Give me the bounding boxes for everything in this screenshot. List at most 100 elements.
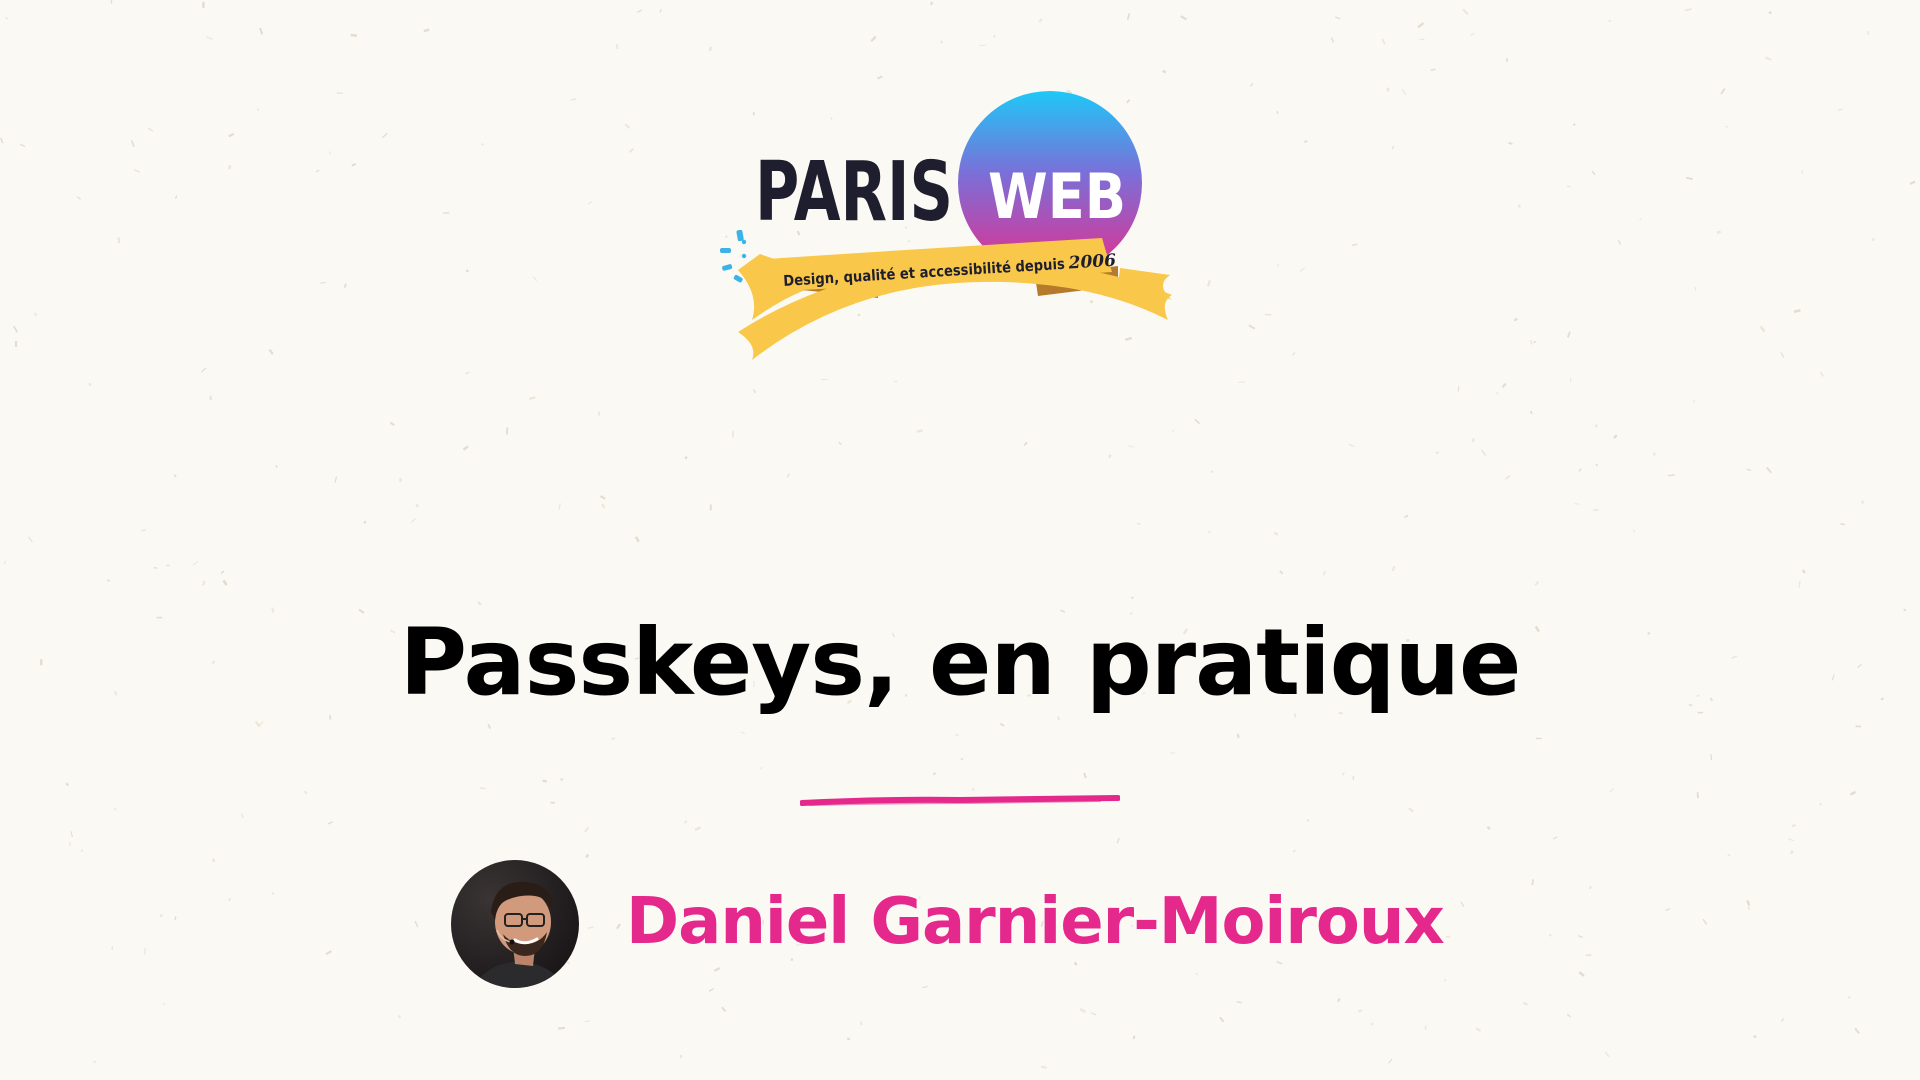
paper-speck: [1358, 1009, 1363, 1013]
paper-speck: [1613, 434, 1618, 439]
paper-speck: [220, 570, 225, 575]
paper-speck: [542, 779, 547, 783]
paper-speck: [1593, 509, 1599, 512]
paper-speck: [165, 564, 170, 567]
paper-speck: [1535, 737, 1542, 740]
paper-speck: [1206, 280, 1212, 287]
paper-speck: [860, 1021, 863, 1026]
paper-speck: [1768, 10, 1772, 15]
paper-speck: [1533, 340, 1537, 344]
paper-speck: [1391, 145, 1395, 150]
paper-speck: [528, 396, 536, 400]
paper-speck: [570, 98, 577, 101]
paper-speck: [113, 807, 117, 812]
paper-speck: [1727, 854, 1731, 857]
paper-speck: [786, 473, 791, 479]
paper-speck: [1505, 58, 1509, 62]
paper-speck: [389, 421, 395, 426]
paper-speck: [479, 787, 486, 790]
paper-speck: [1609, 788, 1614, 793]
paper-speck: [1855, 725, 1861, 728]
paper-speck: [1578, 935, 1583, 939]
paper-speck: [162, 1002, 166, 1006]
paper-speck: [153, 567, 158, 569]
paper-speck: [587, 926, 594, 930]
paper-speck: [110, 0, 113, 4]
paper-speck: [487, 723, 492, 729]
paper-speck: [1747, 906, 1751, 911]
paper-speck: [955, 733, 959, 737]
paper-speck: [1665, 908, 1670, 911]
paper-speck: [228, 132, 235, 138]
paper-speck: [1765, 56, 1772, 61]
paper-speck: [847, 1037, 851, 1041]
paper-speck: [752, 389, 757, 394]
paper-speck: [1753, 1034, 1757, 1039]
paper-speck: [1424, 1025, 1427, 1030]
paper-speck: [343, 283, 347, 288]
paper-speck: [1710, 754, 1713, 761]
paper-speck: [1508, 141, 1513, 145]
paper-speck: [65, 782, 70, 787]
paper-speck: [228, 165, 232, 170]
paper-speck: [1534, 580, 1540, 586]
paper-speck: [979, 44, 986, 47]
paper-speck: [1091, 1012, 1097, 1016]
paper-speck: [916, 429, 923, 433]
paper-speck: [19, 143, 26, 148]
paper-speck: [410, 518, 416, 523]
paper-speck: [1588, 885, 1592, 890]
paper-speck: [212, 858, 215, 863]
paper-speck: [1238, 381, 1246, 383]
paper-speck: [202, 1, 205, 8]
paper-speck: [254, 720, 261, 728]
paper-speck: [1759, 325, 1766, 333]
paper-speck: [174, 916, 177, 921]
paper-speck: [259, 27, 264, 35]
paper-speck: [477, 600, 482, 606]
paper-speck: [1210, 470, 1214, 474]
paper-speck: [1522, 1001, 1529, 1006]
paper-speck: [894, 380, 898, 383]
paper-speck: [1548, 933, 1552, 937]
paper-speck: [209, 395, 212, 401]
paper-speck: [1249, 82, 1254, 88]
paper-speck: [174, 195, 178, 199]
paper-speck: [1801, 169, 1804, 174]
paper-speck: [628, 147, 634, 154]
paper-speck: [1279, 570, 1284, 575]
paper-speck: [159, 913, 163, 918]
paper-speck: [1352, 776, 1355, 781]
paper-speck: [1486, 825, 1491, 830]
paper-speck: [1594, 424, 1598, 428]
paper-speck: [69, 841, 71, 847]
paper-speck: [634, 536, 640, 543]
paper-speck: [1501, 382, 1507, 389]
paper-speck: [1194, 418, 1201, 425]
paper-speck: [532, 276, 538, 282]
paper-speck: [1342, 772, 1345, 776]
paper-speck: [200, 367, 207, 373]
paper-speck: [1789, 849, 1794, 855]
paper-speck: [560, 778, 563, 781]
paper-speck: [465, 371, 470, 375]
paper-speck: [268, 348, 274, 355]
paper-speck: [1566, 1013, 1571, 1018]
paper-speck: [680, 1054, 682, 1059]
title-divider: [800, 795, 1120, 806]
paper-speck: [740, 731, 746, 735]
paper-speck: [999, 722, 1005, 727]
paper-speck: [708, 988, 714, 992]
speaker-name: Daniel Garnier-Moiroux: [626, 880, 1445, 964]
paper-speck: [1591, 170, 1596, 176]
paper-speck: [709, 504, 712, 511]
paper-speck: [659, 8, 663, 14]
paper-speck: [1840, 522, 1845, 526]
paper-speck: [442, 211, 450, 215]
paper-speck: [1248, 324, 1256, 330]
paper-speck: [382, 132, 388, 139]
paper-speck: [481, 143, 484, 146]
paper-speck: [173, 474, 177, 478]
paper-speck: [1847, 995, 1851, 999]
paper-speck: [1457, 385, 1460, 392]
